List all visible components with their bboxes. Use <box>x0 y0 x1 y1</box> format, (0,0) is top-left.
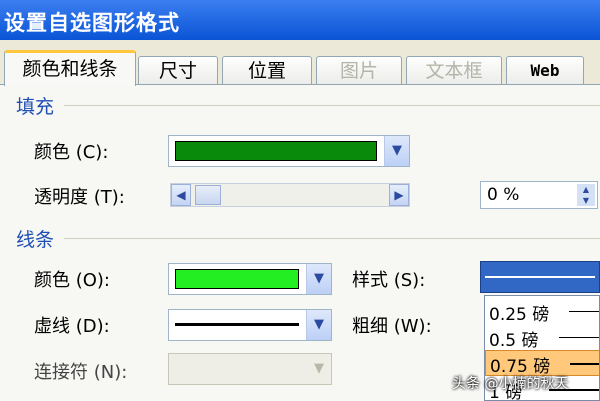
style-preview-line <box>485 276 595 278</box>
tab-strip: 颜色和线条 尺寸 位置 图片 文本框 Web <box>0 40 600 88</box>
transparency-spinner[interactable]: 0 % ▲ ▼ <box>480 181 598 209</box>
line-color-swatch <box>175 269 299 289</box>
dash-label: 虚线 (D): <box>34 316 110 337</box>
colors-and-lines-panel: 填充 颜色 (C): ▼ 透明度 (T): ◀ ▶ 0 % ▲ ▼ 线条 颜色 … <box>0 84 600 401</box>
tab-colors-and-lines[interactable]: 颜色和线条 <box>4 50 136 86</box>
chevron-down-icon[interactable]: ▼ <box>306 264 331 294</box>
tab-position[interactable]: 位置 <box>222 56 312 84</box>
style-dropdown[interactable] <box>480 261 600 293</box>
line-color-label: 颜色 (O): <box>34 270 110 291</box>
dash-dropdown[interactable]: ▼ <box>168 309 332 341</box>
fill-section-label: 填充 <box>16 96 55 118</box>
weight-label: 粗细 (W): <box>352 316 432 337</box>
style-option[interactable]: 0.5 磅 <box>485 324 599 351</box>
connector-label: 连接符 (N): <box>34 362 128 383</box>
line-section-label: 线条 <box>16 229 55 251</box>
line-separator <box>64 238 600 239</box>
watermark: 头条 @小楠的秋天 <box>452 376 569 392</box>
fill-color-swatch <box>175 141 377 161</box>
chevron-down-icon[interactable]: ▼ <box>384 136 409 166</box>
line-color-dropdown[interactable]: ▼ <box>168 263 332 295</box>
tab-size[interactable]: 尺寸 <box>138 56 218 84</box>
transparency-slider[interactable]: ◀ ▶ <box>170 183 410 207</box>
connector-dropdown: ▼ <box>168 353 332 385</box>
tab-web[interactable]: Web <box>506 56 584 84</box>
style-option[interactable]: 0.25 磅 <box>485 298 599 325</box>
chevron-down-icon[interactable]: ▼ <box>306 310 331 340</box>
chevron-down-icon: ▼ <box>307 354 331 384</box>
slider-thumb[interactable] <box>195 185 221 205</box>
transparency-label: 透明度 (T): <box>34 187 125 208</box>
fill-color-label: 颜色 (C): <box>34 142 109 163</box>
tab-picture: 图片 <box>316 56 402 84</box>
transparency-value: 0 % <box>487 185 520 205</box>
spin-down-icon[interactable]: ▼ <box>577 195 595 206</box>
window-title: 设置自选图形格式 <box>4 11 180 35</box>
style-label: 样式 (S): <box>352 270 426 291</box>
chevron-left-icon[interactable]: ◀ <box>171 184 191 206</box>
title-bar: 设置自选图形格式 <box>0 0 600 40</box>
solid-line-preview <box>175 323 299 326</box>
fill-color-dropdown[interactable]: ▼ <box>168 135 410 167</box>
spin-up-icon[interactable]: ▲ <box>577 184 595 195</box>
chevron-right-icon[interactable]: ▶ <box>389 184 409 206</box>
tab-textbox: 文本框 <box>406 56 502 84</box>
fill-separator <box>64 105 600 106</box>
